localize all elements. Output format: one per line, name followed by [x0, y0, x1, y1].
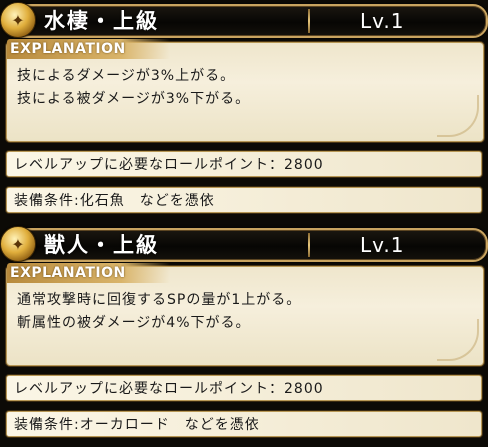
skill-title: 水棲・上級	[44, 9, 159, 33]
explanation-label: EXPLANATION	[7, 263, 170, 283]
gold-emblem-icon: ✦	[0, 226, 36, 262]
gold-emblem-icon: ✦	[0, 2, 36, 38]
description-line: 斬属性の被ダメージが4%下がる。	[17, 315, 251, 331]
skill-level: Lv.1	[360, 9, 405, 33]
skill-title: 獣人・上級	[44, 233, 159, 257]
skill-description: 通常攻撃時に回復するSPの量が1上がる。 斬属性の被ダメージが4%下がる。	[17, 289, 473, 335]
description-line: 技による被ダメージが3%下がる。	[17, 91, 251, 107]
title-divider	[308, 233, 310, 257]
skill-description: 技によるダメージが3%上がる。 技による被ダメージが3%下がる。	[17, 65, 473, 111]
description-line: 通常攻撃時に回復するSPの量が1上がる。	[17, 292, 302, 308]
explanation-panel: EXPLANATION 通常攻撃時に回復するSPの量が1上がる。 斬属性の被ダメ…	[6, 263, 484, 366]
skill-title-bar: 水棲・上級 Lv.1	[6, 4, 488, 38]
levelup-cost-row: レベルアップに必要なロールポイント：2800	[6, 151, 482, 177]
equip-condition-row: 装備条件:化石魚 などを憑依	[6, 187, 482, 213]
skill-level: Lv.1	[360, 233, 405, 257]
title-divider	[308, 9, 310, 33]
explanation-label: EXPLANATION	[7, 39, 170, 59]
description-line: 技によるダメージが3%上がる。	[17, 68, 236, 84]
skill-title-bar: 獣人・上級 Lv.1	[6, 228, 488, 262]
ornament-swirl-icon	[437, 319, 479, 361]
explanation-panel: EXPLANATION 技によるダメージが3%上がる。 技による被ダメージが3%…	[6, 39, 484, 142]
levelup-cost-row: レベルアップに必要なロールポイント：2800	[6, 375, 482, 401]
ornament-swirl-icon	[437, 95, 479, 137]
equip-condition-row: 装備条件:オーカロード などを憑依	[6, 411, 482, 437]
